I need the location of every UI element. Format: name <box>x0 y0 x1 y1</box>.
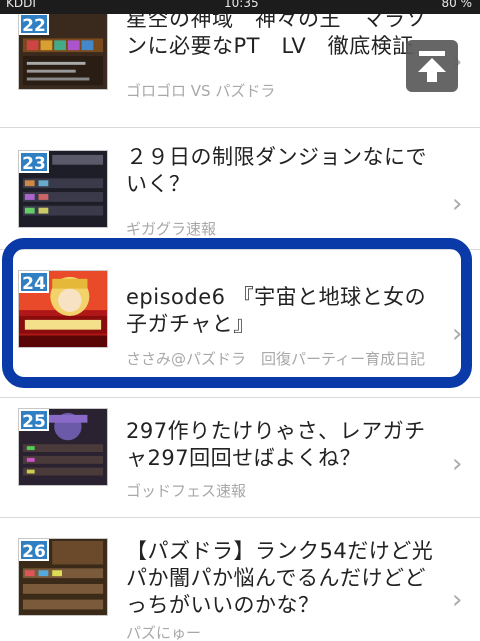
article-list: 22 星空の神域 神々の王 マラソンに必要なPT LV 徹底検証 ゴロゴロ VS… <box>0 14 480 641</box>
article-title[interactable]: 星空の神域 神々の王 マラソンに必要なPT LV 徹底検証 <box>126 14 436 60</box>
article-row[interactable]: 23 ２９日の制限ダンジョンなにでいく？ ギガグラ速報 › <box>0 128 480 250</box>
article-title[interactable]: episode6 『宇宙と地球と女の子ガチャと』 <box>126 284 436 338</box>
article-row[interactable]: 25 297作りたけりゃさ、レアガチャ297回回せばよくね？ ゴッドフェス速報 … <box>0 398 480 518</box>
rank-badge: 25 <box>19 409 49 432</box>
article-thumbnail: 26 <box>18 538 108 616</box>
chevron-right-icon: › <box>452 189 463 219</box>
article-title[interactable]: ２９日の制限ダンジョンなにでいく？ <box>126 144 436 198</box>
article-title[interactable]: 【パズドラ】ランク54だけど光パか闇パか悩んでるんだけどどっちがいいのかな？ <box>126 538 436 619</box>
article-thumbnail: 25 <box>18 408 108 486</box>
scroll-to-top-button[interactable] <box>406 40 458 92</box>
article-source: パズにゅー <box>126 624 202 641</box>
article-source: ゴッドフェス速報 <box>126 482 247 500</box>
arrow-up-to-top-icon <box>418 51 446 82</box>
article-row[interactable]: 24 episode6 『宇宙と地球と女の子ガチャと』 ささみ@パズドラ 回復パ… <box>0 250 480 398</box>
rank-badge: 26 <box>19 539 49 562</box>
article-thumbnail: 23 <box>18 150 108 228</box>
article-thumbnail: 24 <box>18 270 108 348</box>
article-thumbnail: 22 <box>18 14 108 90</box>
article-title[interactable]: 297作りたけりゃさ、レアガチャ297回回せばよくね？ <box>126 418 436 472</box>
rank-badge: 23 <box>19 151 49 174</box>
chevron-right-icon: › <box>452 449 463 479</box>
clock: 10:35 <box>224 0 259 10</box>
chevron-right-icon: › <box>452 585 463 615</box>
battery-level: 80 % <box>441 0 473 10</box>
status-bar: KDDI 10:35 80 % <box>0 0 480 14</box>
article-source: ギガグラ速報 <box>126 220 217 238</box>
rank-badge: 22 <box>19 14 49 36</box>
chevron-right-icon: › <box>452 319 463 349</box>
article-source: ささみ@パズドラ 回復パーティー育成日記 <box>126 350 426 368</box>
rank-badge: 24 <box>19 271 49 294</box>
article-row[interactable]: 26 【パズドラ】ランク54だけど光パか闇パか悩んでるんだけどどっちがいいのかな… <box>0 518 480 641</box>
article-source: ゴロゴロ VS パズドラ <box>126 82 276 100</box>
carrier-label: KDDI <box>6 0 36 10</box>
